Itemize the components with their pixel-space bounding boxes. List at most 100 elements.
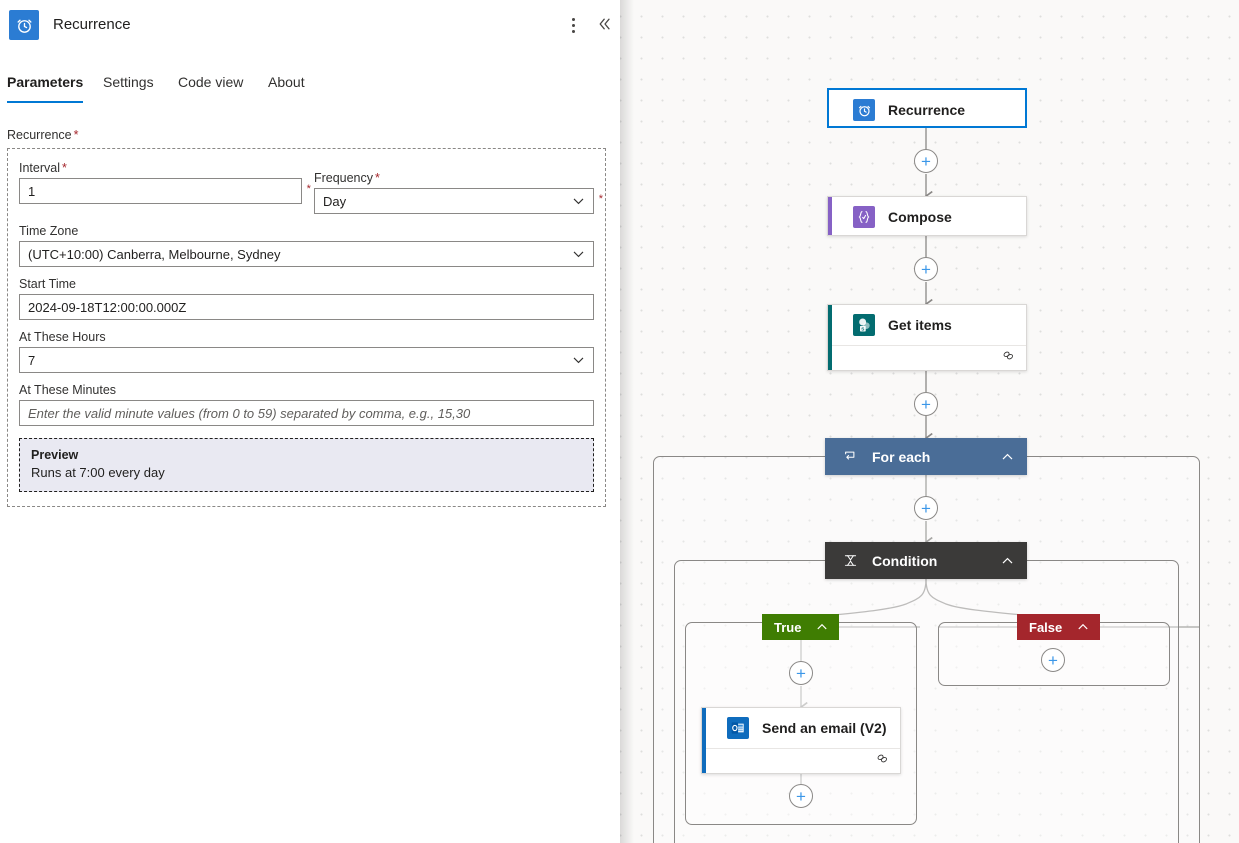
at-these-hours-field-wrapper: At These Hours 7 [19,330,594,373]
tab-active-underline [7,101,84,103]
panel-header: Recurrence [0,0,620,50]
parameters-form: Recurrence * Interval * 1 * Frequency * … [0,128,620,507]
outlook-icon [727,717,749,739]
chevron-up-icon[interactable] [1076,620,1090,634]
preview-text: Runs at 7:00 every day [31,465,165,480]
add-step-false-branch[interactable]: + [1041,648,1065,672]
interval-label-text: Interval [19,161,60,175]
interval-value: 1 [28,183,36,199]
node-condition[interactable]: Condition [825,542,1027,579]
node-recurrence-title: Recurrence [888,102,966,118]
add-step-after-for-each[interactable]: + [914,496,938,520]
branch-label-false[interactable]: False [1017,614,1101,640]
chevron-down-icon [571,194,586,209]
recurrence-group: Interval * 1 * Frequency * Day * Time Zo… [7,148,606,507]
alarm-clock-icon [9,10,39,40]
tab-code-view-label: Code view [178,74,244,90]
required-asterisk: * [375,171,380,185]
tab-code-view[interactable]: Code view [178,70,243,108]
branch-label-false-text: False [1029,619,1063,635]
start-time-field-wrapper: Start Time 2024-09-18T12:00:00.000Z [19,277,594,320]
panel-tabs: Parameters Settings Code view About [0,70,620,108]
tab-settings-label: Settings [103,74,154,90]
node-compose[interactable]: Compose [827,196,1027,236]
tab-about-label: About [268,74,305,90]
node-for-each[interactable]: For each [825,438,1027,475]
node-for-each-title: For each [872,448,931,465]
required-asterisk: * [62,161,67,175]
node-condition-title: Condition [872,552,938,569]
chevron-up-icon[interactable] [1000,449,1015,464]
frequency-label: Frequency * [314,171,594,185]
plus-icon: + [921,151,931,171]
link-icon[interactable] [875,751,890,771]
panel-divider-shadow [620,0,634,843]
sharepoint-icon: S [853,314,875,336]
start-time-input[interactable]: 2024-09-18T12:00:00.000Z [19,294,594,320]
frequency-select[interactable]: Day [313,188,594,214]
at-these-minutes-field-wrapper: At These Minutes Enter the valid minute … [19,383,594,426]
node-get-items-header: S Get items [828,305,1026,345]
interval-label: Interval * [19,161,302,175]
interval-input[interactable]: 1 [19,178,302,204]
node-compose-title: Compose [888,209,952,225]
plus-icon: + [921,259,931,279]
timezone-value: (UTC+10:00) Canberra, Melbourne, Sydney [28,246,281,262]
node-compose-header: Compose [828,197,1026,237]
timezone-label: Time Zone [19,224,79,238]
add-step-true-branch-top[interactable]: + [789,661,813,685]
node-send-an-email-footer [702,748,900,773]
add-step-after-get-items[interactable]: + [914,392,938,416]
add-step-after-compose[interactable]: + [914,257,938,281]
node-recurrence-header: Recurrence [829,90,1025,130]
more-vertical-icon[interactable] [563,13,583,37]
node-send-an-email-v2[interactable]: Send an email (V2) [701,707,901,774]
node-get-items-title: Get items [888,317,952,333]
branch-label-true-text: True [774,619,802,635]
node-recurrence[interactable]: Recurrence [827,88,1027,128]
svg-text:S: S [861,326,864,331]
at-these-hours-select[interactable]: 7 [19,347,594,373]
start-time-label: Start Time [19,277,76,291]
required-asterisk: * [598,193,603,205]
loop-icon [843,449,858,464]
add-step-true-branch-bottom[interactable]: + [789,784,813,808]
add-step-after-recurrence[interactable]: + [914,149,938,173]
node-get-items[interactable]: S Get items [827,304,1027,371]
plus-icon: + [921,394,931,414]
preview-box: Preview Runs at 7:00 every day [19,438,594,492]
at-these-minutes-label: At These Minutes [19,383,117,397]
chevron-up-icon[interactable] [1000,553,1015,568]
frequency-field-wrapper: Frequency * Day * [313,171,603,214]
tab-parameters-label: Parameters [7,74,84,90]
timezone-select[interactable]: (UTC+10:00) Canberra, Melbourne, Sydney [19,241,594,267]
action-details-panel: Recurrence Parameters Settings Code view [0,0,620,843]
branch-label-true[interactable]: True [762,614,840,640]
required-asterisk: * [73,128,79,142]
plus-icon: + [796,786,806,806]
plus-icon: + [796,663,806,683]
node-get-items-footer [828,345,1026,370]
workflow-canvas[interactable]: Recurrence Compose S Get items For each … [620,0,1239,843]
tab-about[interactable]: About [268,70,305,108]
tab-parameters[interactable]: Parameters [7,70,84,108]
condition-icon [843,553,858,568]
plus-icon: + [921,498,931,518]
node-send-an-email-header: Send an email (V2) [702,708,900,748]
preview-title: Preview [31,448,79,462]
timezone-field-wrapper: Time Zone (UTC+10:00) Canberra, Melbourn… [19,224,594,267]
tab-settings[interactable]: Settings [103,70,154,108]
chevron-double-left-icon[interactable] [592,12,616,36]
at-these-minutes-input[interactable]: Enter the valid minute values (from 0 to… [19,400,594,426]
compose-braces-icon [853,206,875,228]
start-time-value: 2024-09-18T12:00:00.000Z [28,299,187,315]
chevron-up-icon[interactable] [815,620,829,634]
page-title: Recurrence [53,16,131,33]
at-these-hours-label: At These Hours [19,330,106,344]
interval-frequency-row: Interval * 1 * Frequency * Day * [19,161,603,214]
at-these-minutes-placeholder: Enter the valid minute values (from 0 to… [28,405,471,421]
frequency-label-text: Frequency [313,171,374,185]
link-icon[interactable] [1001,348,1016,368]
chevron-down-icon [571,353,586,368]
interval-field-wrapper: Interval * 1 * [19,161,311,214]
